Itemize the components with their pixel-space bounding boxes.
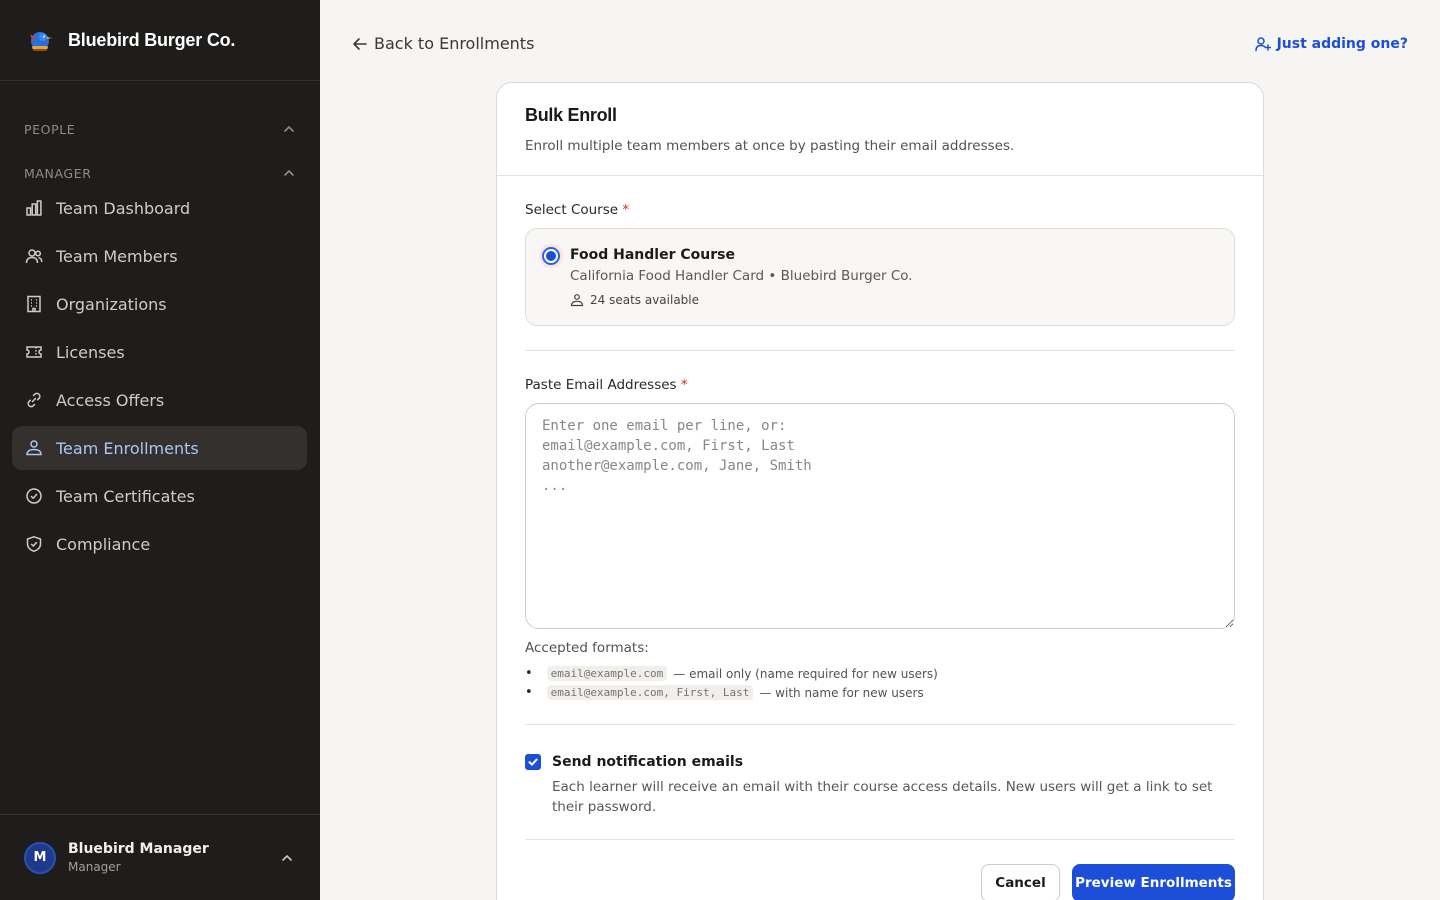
section-people[interactable]: PEOPLE [0, 119, 320, 139]
shield-check-icon [24, 534, 44, 554]
course-radio[interactable] [542, 247, 560, 265]
sidebar-item-label: Team Enrollments [56, 438, 199, 458]
bar-chart-icon [24, 198, 44, 218]
checkmark-icon [528, 758, 538, 766]
sidebar-item-team-dashboard[interactable]: Team Dashboard [12, 186, 307, 230]
sidebar-item-label: Team Certificates [56, 486, 195, 506]
sidebar: Bluebird Burger Co. PEOPLE MANAGER Team … [0, 0, 320, 900]
sidebar-item-label: Compliance [56, 534, 151, 554]
preview-enrollments-button[interactable]: Preview Enrollments [1072, 864, 1235, 900]
page-title: Bulk Enroll [525, 105, 617, 125]
format-desc: — email only (name required for new user… [673, 666, 938, 681]
send-notifications-checkbox[interactable] [525, 754, 541, 770]
check-circle-icon [24, 486, 44, 506]
user-role: Manager [68, 860, 121, 874]
radio-selected-dot [546, 251, 556, 261]
sidebar-item-team-certificates[interactable]: Team Certificates [12, 474, 307, 518]
section-people-label: PEOPLE [24, 121, 76, 137]
send-notifications-label[interactable]: Send notification emails [552, 754, 743, 770]
emails-label: Paste Email Addresses * [525, 377, 688, 393]
users-icon [24, 246, 44, 266]
arrow-left-icon [353, 37, 367, 50]
brand[interactable]: Bluebird Burger Co. [0, 0, 320, 81]
back-label: Back to Enrollments [374, 34, 535, 53]
chevron-up-icon [282, 855, 292, 861]
cancel-button[interactable]: Cancel [981, 864, 1060, 900]
chevron-up-icon [284, 126, 294, 132]
format-code: email@example.com [546, 666, 668, 681]
user-info: Bluebird Manager Manager [68, 841, 209, 874]
sidebar-item-label: Access Offers [56, 390, 165, 410]
ticket-icon [24, 342, 44, 362]
emails-textarea[interactable] [525, 403, 1235, 629]
section-manager-label: MANAGER [24, 165, 92, 181]
user-menu[interactable]: M Bluebird Manager Manager [0, 814, 320, 900]
brand-name: Bluebird Burger Co. [68, 29, 236, 50]
back-to-enrollments-link[interactable]: Back to Enrollments [352, 34, 534, 53]
section-manager[interactable]: MANAGER [0, 163, 320, 183]
sidebar-item-access-offers[interactable]: Access Offers [12, 378, 307, 422]
required-asterisk: * [622, 202, 630, 218]
accepted-formats-title: Accepted formats: [525, 640, 649, 656]
link-icon [24, 390, 44, 410]
sidebar-item-label: Organizations [56, 294, 167, 314]
format-item: email@example.com, First, Last — with na… [525, 683, 938, 702]
send-notifications-description: Each learner will receive an email with … [552, 779, 1213, 815]
select-course-label: Select Course * [525, 202, 629, 218]
sidebar-item-team-enrollments[interactable]: Team Enrollments [12, 426, 307, 470]
sidebar-item-licenses[interactable]: Licenses [12, 330, 307, 374]
format-code: email@example.com, First, Last [546, 685, 754, 700]
seats-text: 24 seats available [590, 293, 700, 307]
sidebar-item-team-members[interactable]: Team Members [12, 234, 307, 278]
course-option[interactable]: Food Handler Course California Food Hand… [525, 228, 1235, 326]
course-subtitle: California Food Handler Card • Bluebird … [570, 268, 913, 284]
sidebar-item-organizations[interactable]: Organizations [12, 282, 307, 326]
building-icon [24, 294, 44, 314]
sidebar-item-label: Team Members [56, 246, 178, 266]
select-course-label-text: Select Course [525, 202, 619, 218]
bluebird-logo-icon [30, 32, 52, 51]
sidebar-item-label: Licenses [56, 342, 125, 362]
just-adding-one-link[interactable]: Just adding one? [1254, 36, 1408, 52]
divider [525, 724, 1235, 725]
user-plus-icon [1254, 37, 1271, 52]
course-title: Food Handler Course [570, 247, 735, 263]
page-subtitle: Enroll multiple team members at once by … [525, 138, 1015, 154]
user-name: Bluebird Manager [68, 841, 209, 857]
chevron-up-icon [284, 170, 294, 176]
divider [525, 350, 1235, 351]
format-item: email@example.com — email only (name req… [525, 664, 938, 683]
seats-icon [570, 294, 584, 307]
sidebar-item-label: Team Dashboard [56, 198, 191, 218]
bulk-enroll-card: Bulk Enroll Enroll multiple team members… [496, 82, 1264, 900]
sidebar-nav: Team Dashboard Team Members Organization… [12, 186, 307, 570]
format-desc: — with name for new users [759, 685, 924, 700]
just-adding-label: Just adding one? [1276, 36, 1408, 52]
enrollments-icon [24, 438, 44, 458]
accepted-formats-list: email@example.com — email only (name req… [525, 664, 938, 702]
seats-available: 24 seats available [570, 293, 699, 307]
sidebar-item-compliance[interactable]: Compliance [12, 522, 307, 566]
avatar: M [24, 841, 56, 874]
card-header: Bulk Enroll Enroll multiple team members… [497, 83, 1263, 176]
divider [525, 839, 1235, 840]
emails-label-text: Paste Email Addresses [525, 377, 677, 393]
required-asterisk: * [680, 377, 688, 393]
